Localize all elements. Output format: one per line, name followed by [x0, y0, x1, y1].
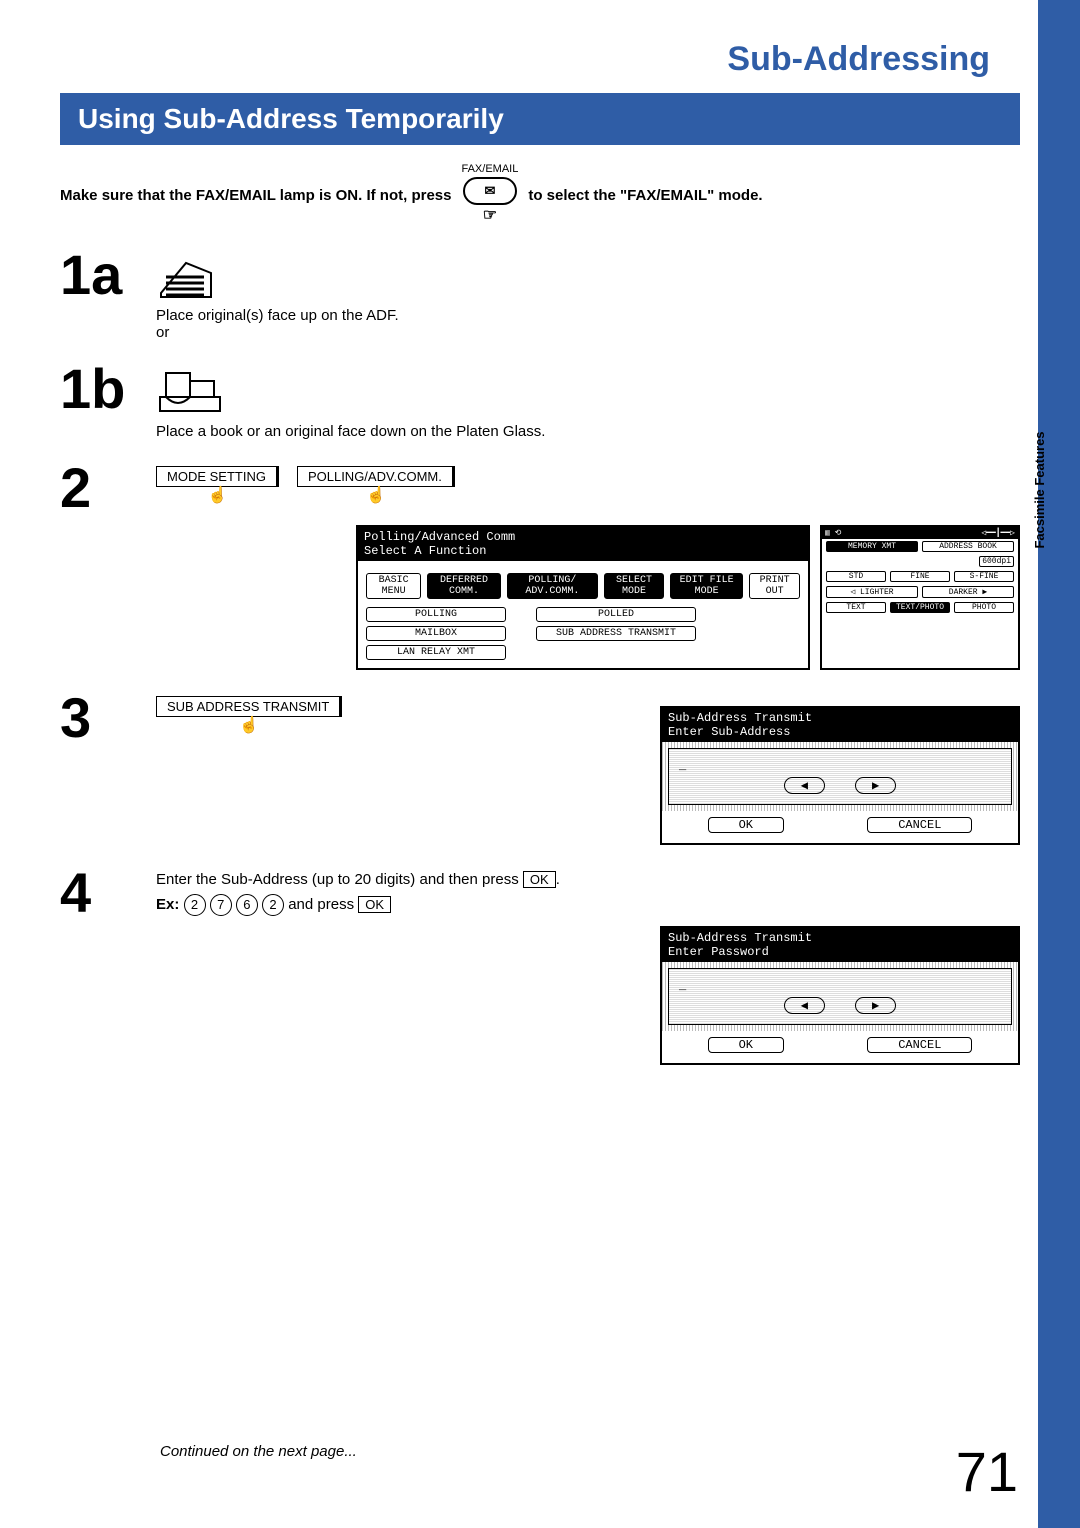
press-finger-icon: ☝ — [156, 715, 342, 735]
tab-select-mode: SELECT MODE — [604, 573, 664, 599]
lcd1-polled: POLLED — [536, 607, 696, 622]
side-tab-label: Facsimile Features — [1032, 430, 1047, 550]
intro-text-2: to select the "FAX/EMAIL" mode. — [528, 187, 762, 204]
side-text: TEXT — [826, 602, 886, 613]
lcd1-sub-address-transmit: SUB ADDRESS TRANSMIT — [536, 626, 696, 641]
ok-key: OK — [358, 896, 391, 913]
adf-icon — [156, 253, 1020, 301]
lcd3-header: Sub-Address Transmit Enter Password — [662, 928, 1018, 962]
fax-email-key-icon: ✉ — [463, 177, 517, 205]
side-address-book: ADDRESS BOOK — [922, 541, 1014, 552]
step4-and-press: and press — [288, 896, 358, 913]
side-600dpi: 600dpi — [979, 556, 1014, 567]
tab-basic-menu: BASIC MENU — [366, 573, 421, 599]
digit-key-6: 6 — [236, 894, 258, 916]
tab-deferred-comm: DEFERRED COMM. — [427, 573, 500, 599]
lcd3-value: _ — [679, 979, 686, 993]
lcd2-value: _ — [679, 759, 686, 773]
continued-note: Continued on the next page... — [160, 1443, 357, 1460]
step-3: 3 SUB ADDRESS TRANSMIT ☝ Sub-Address Tra… — [60, 690, 1020, 845]
step-num-3: 3 — [60, 690, 136, 746]
intro-line: Make sure that the FAX/EMAIL lamp is ON.… — [60, 163, 1020, 227]
lcd3-entry-field: _ ◀ ▶ — [668, 968, 1012, 1025]
lcd2-entry-field: _ ◀ ▶ — [668, 748, 1012, 805]
step-num-2: 2 — [60, 460, 136, 516]
platen-glass-icon — [156, 367, 1020, 417]
lcd1-top-tabs: BASIC MENU DEFERRED COMM. POLLING/ ADV.C… — [366, 573, 800, 599]
side-photo: PHOTO — [954, 602, 1014, 613]
lcd3-ok-button: OK — [708, 1037, 784, 1053]
lcd1-mailbox: MAILBOX — [366, 626, 506, 641]
ex-label: Ex: — [156, 896, 179, 913]
side-memory-xmt: MEMORY XMT — [826, 541, 918, 552]
fax-email-key: FAX/EMAIL ✉ ☞ — [461, 163, 518, 227]
digit-key-7: 7 — [210, 894, 232, 916]
step4-period: . — [556, 871, 560, 888]
side-std: STD — [826, 571, 886, 582]
step-1b-text: Place a book or an original face down on… — [156, 423, 1020, 440]
page-title: Sub-Addressing — [60, 40, 1020, 79]
digit-key-2b: 2 — [262, 894, 284, 916]
chapter-color-bar — [1038, 0, 1080, 1528]
right-arrow-button: ▶ — [855, 997, 896, 1014]
press-finger-icon: ☝ — [297, 485, 455, 505]
left-arrow-button: ◀ — [784, 997, 825, 1014]
ok-key: OK — [523, 871, 556, 888]
lcd1-polling: POLLING — [366, 607, 506, 622]
lcd2-header: Sub-Address Transmit Enter Sub-Address — [662, 708, 1018, 742]
step-num-4: 4 — [60, 865, 136, 921]
tab-polling-advcomm: POLLING/ ADV.COMM. — [507, 573, 598, 599]
step-1a-text: Place original(s) face up on the ADF. — [156, 307, 1020, 324]
lcd1-lan-relay-xmt: LAN RELAY XMT — [366, 645, 506, 660]
step-2: 2 MODE SETTING ☝ POLLING/ADV.COMM. ☝ Pol… — [60, 460, 1020, 670]
press-finger-icon: ☞ — [483, 205, 497, 225]
page-number: 71 — [956, 1439, 1018, 1504]
intro-text-1: Make sure that the FAX/EMAIL lamp is ON.… — [60, 187, 451, 204]
left-arrow-button: ◀ — [784, 777, 825, 794]
side-fine: FINE — [890, 571, 950, 582]
step-num-1b: 1b — [60, 361, 136, 417]
step-1a: 1a Place original(s) face up on the ADF.… — [60, 247, 1020, 341]
section-heading: Using Sub-Address Temporarily — [60, 93, 1020, 145]
step-4: 4 Enter the Sub-Address (up to 20 digits… — [60, 865, 1020, 1065]
digit-key-2: 2 — [184, 894, 206, 916]
lcd3-cancel-button: CANCEL — [867, 1037, 972, 1053]
step4-line1a: Enter the Sub-Address (up to 20 digits) … — [156, 871, 523, 888]
side-darker: DARKER ▶ — [922, 586, 1014, 598]
right-arrow-button: ▶ — [855, 777, 896, 794]
tab-print-out: PRINT OUT — [749, 573, 800, 599]
step-1b: 1b Place a book or an original face down… — [60, 361, 1020, 440]
tab-edit-file-mode: EDIT FILE MODE — [670, 573, 743, 599]
mode-setting-button: MODE SETTING — [156, 466, 279, 487]
lcd2-ok-button: OK — [708, 817, 784, 833]
lcd2-cancel-button: CANCEL — [867, 817, 972, 833]
side-sfine: S-FINE — [954, 571, 1014, 582]
step-1a-or: or — [156, 324, 1020, 341]
fax-email-key-label: FAX/EMAIL — [461, 163, 518, 175]
polling-advcomm-button: POLLING/ADV.COMM. — [297, 466, 455, 487]
press-finger-icon: ☝ — [156, 485, 279, 505]
sub-address-transmit-button: SUB ADDRESS TRANSMIT — [156, 696, 342, 717]
step-num-1a: 1a — [60, 247, 136, 303]
side-text-photo: TEXT/PHOTO — [890, 602, 950, 613]
lcd1-side-panel: ▥ ⟲◁━━┃━━▷ MEMORY XMTADDRESS BOOK 600dpi… — [820, 525, 1020, 670]
lcd1-header: Polling/Advanced Comm Select A Function — [358, 527, 808, 561]
side-lighter: ◁ LIGHTER — [826, 586, 918, 598]
